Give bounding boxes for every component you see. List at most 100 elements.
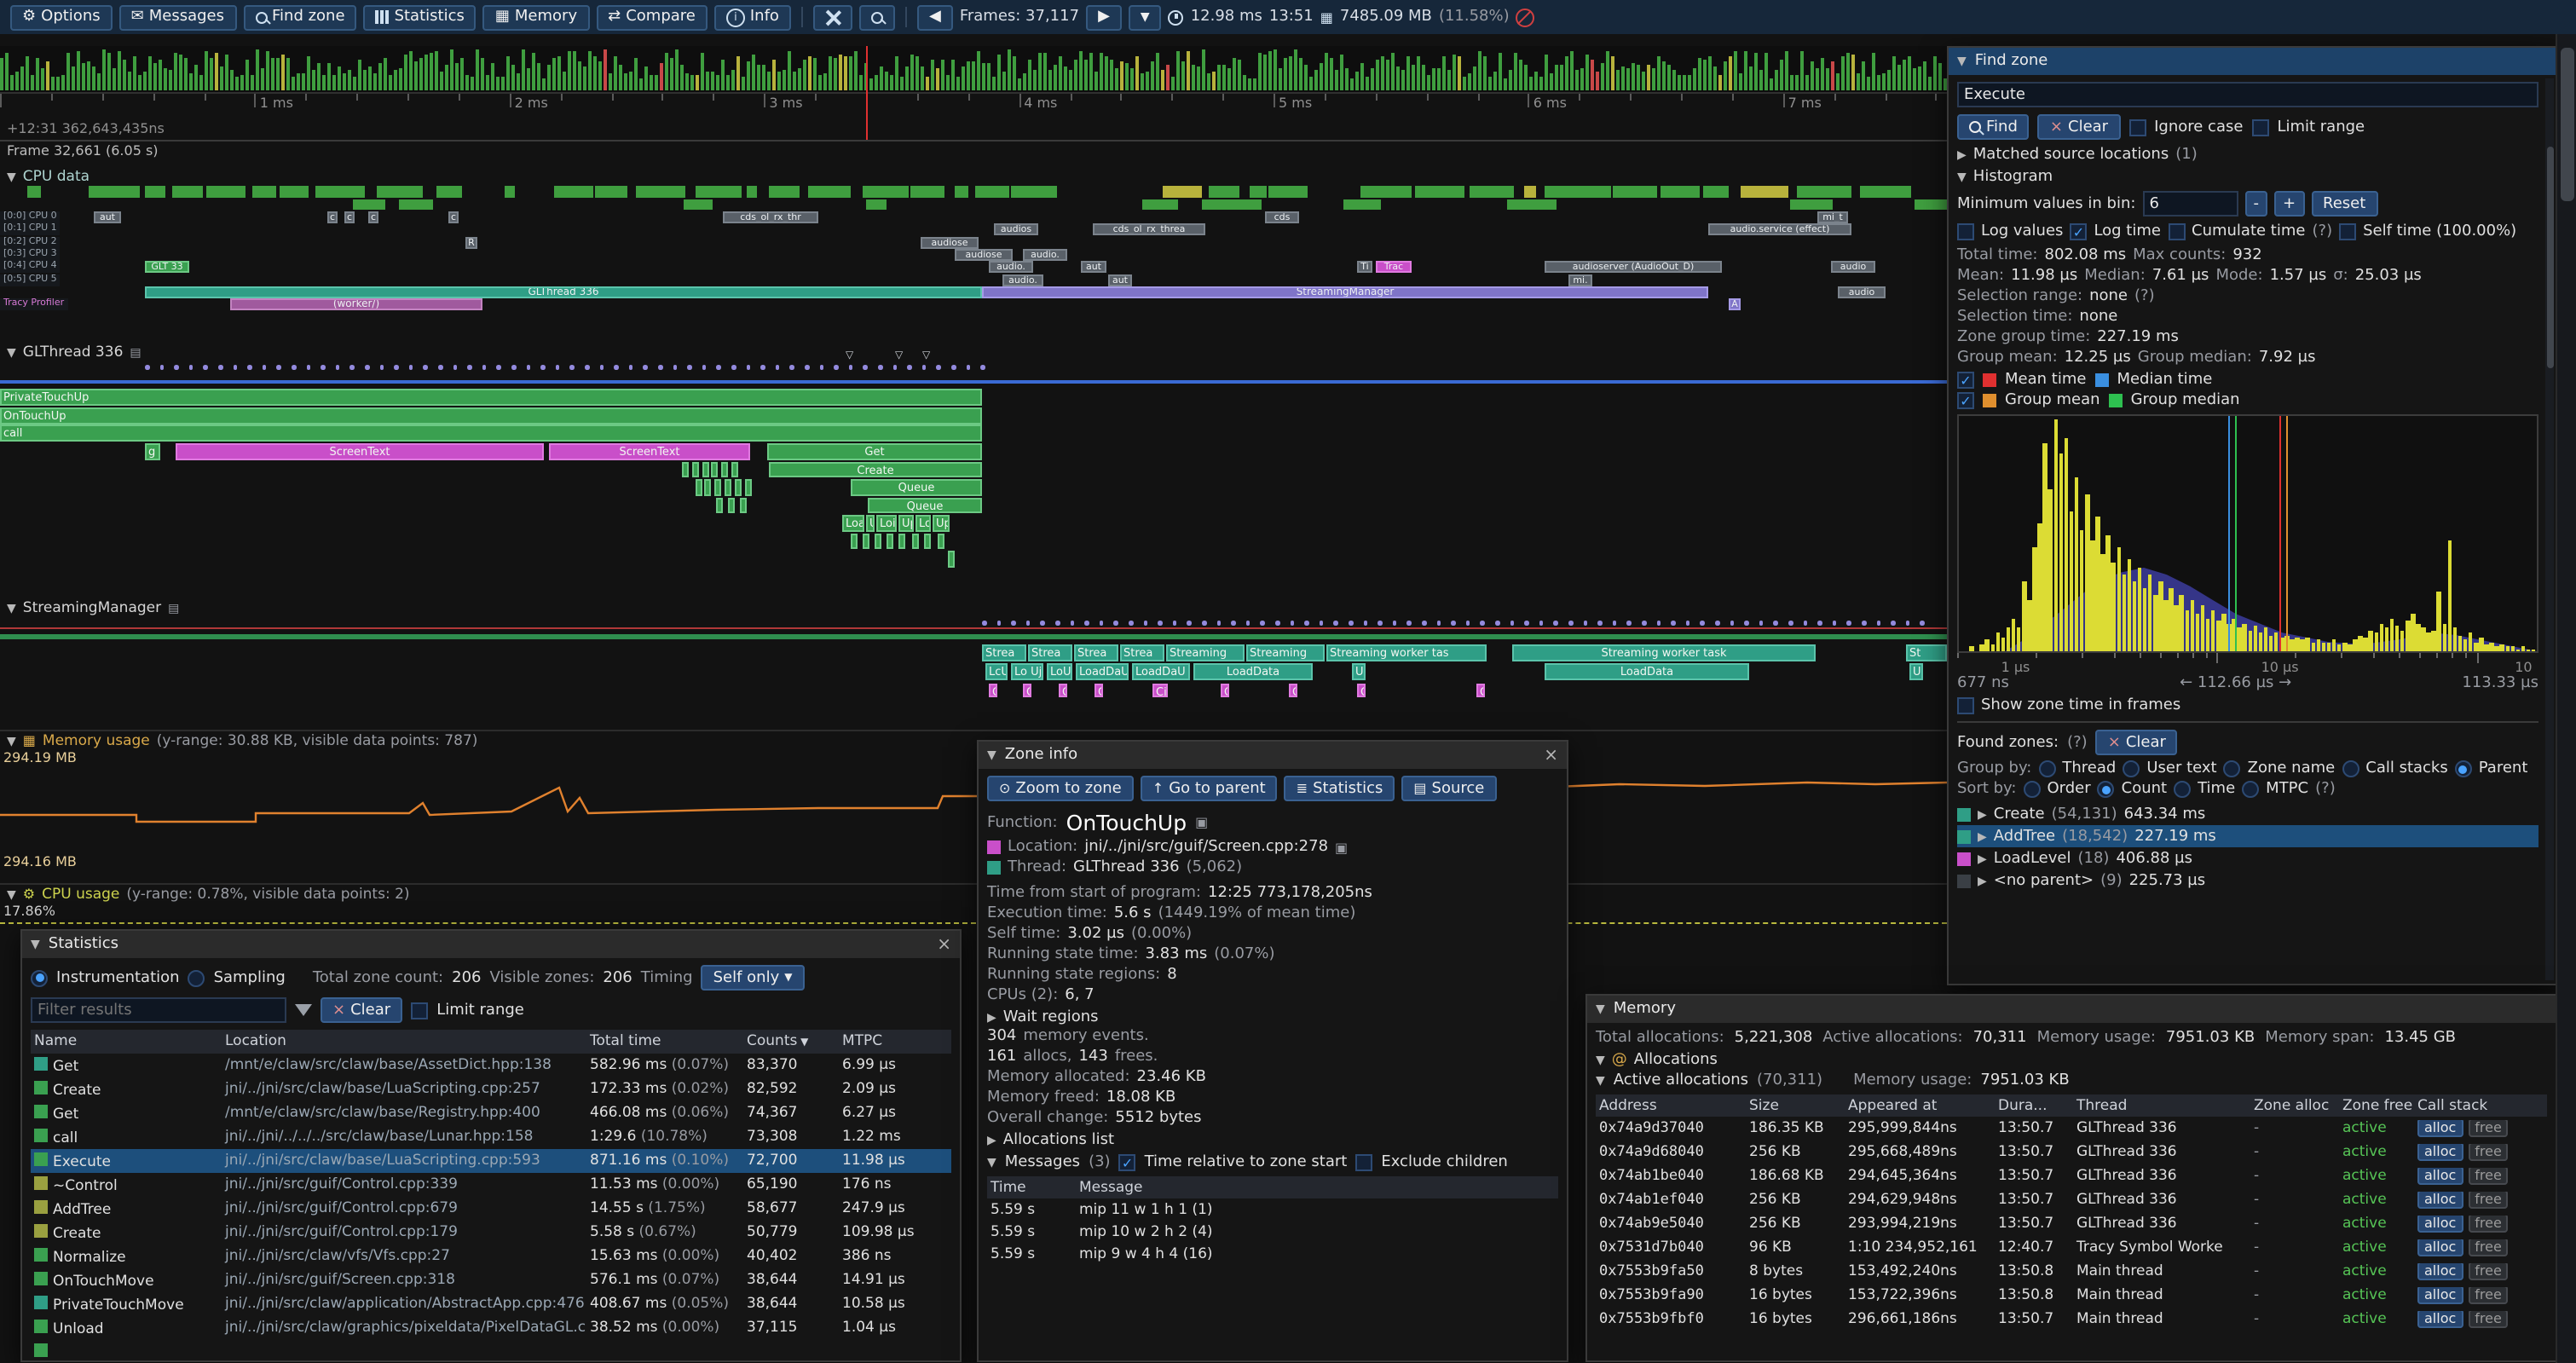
zone[interactable]: Strea bbox=[1074, 644, 1118, 661]
message-dot[interactable] bbox=[702, 365, 707, 369]
frame-bar[interactable] bbox=[225, 55, 228, 90]
frame-bar[interactable] bbox=[1903, 59, 1906, 90]
message-dot[interactable] bbox=[585, 365, 589, 369]
cpu-zone-chip[interactable]: c bbox=[448, 211, 459, 223]
message-dot[interactable] bbox=[1451, 621, 1455, 625]
frame-bar[interactable] bbox=[921, 66, 924, 90]
message-dot[interactable] bbox=[145, 365, 149, 369]
table-row[interactable]: AddTreejni/../jni/src/guif/Control.cpp:6… bbox=[31, 1197, 951, 1221]
frame-bar[interactable] bbox=[159, 59, 162, 90]
message-dot[interactable] bbox=[1803, 621, 1807, 625]
memory-usage-graph[interactable] bbox=[0, 747, 1947, 869]
zone[interactable] bbox=[721, 461, 728, 477]
message-dot[interactable] bbox=[1481, 621, 1485, 625]
message-dot[interactable] bbox=[731, 365, 736, 369]
zone[interactable]: LoadData bbox=[1545, 662, 1749, 679]
frame-bar[interactable] bbox=[82, 64, 85, 90]
frame-bar[interactable] bbox=[56, 76, 60, 90]
frame-bar[interactable] bbox=[1432, 69, 1435, 90]
column-header[interactable]: Appeared at bbox=[1845, 1097, 1995, 1114]
frame-bar[interactable] bbox=[875, 75, 878, 90]
message-dot[interactable] bbox=[1320, 621, 1324, 625]
cpu-zone-chip[interactable]: GLT 33 bbox=[145, 261, 189, 273]
frame-bar[interactable] bbox=[1831, 62, 1834, 90]
frame-bar[interactable] bbox=[20, 66, 24, 90]
frame-bar[interactable] bbox=[10, 75, 14, 90]
alloc-callstack-button[interactable]: alloc bbox=[2417, 1144, 2463, 1161]
zone[interactable]: C bbox=[1289, 683, 1297, 696]
frame-bar[interactable] bbox=[537, 63, 540, 90]
message-dot[interactable] bbox=[805, 365, 809, 369]
frame-bar[interactable] bbox=[1509, 70, 1512, 90]
message-dot[interactable] bbox=[1833, 621, 1837, 625]
frame-bar[interactable] bbox=[245, 60, 249, 90]
message-dot[interactable] bbox=[1744, 621, 1748, 625]
table-row[interactable]: ~Controljni/../jni/src/guif/Control.cpp:… bbox=[31, 1173, 951, 1197]
frame-bar[interactable] bbox=[1166, 66, 1170, 90]
frame-bar[interactable] bbox=[962, 66, 965, 90]
frame-bar[interactable] bbox=[281, 55, 285, 90]
frame-bar[interactable] bbox=[389, 75, 392, 90]
frame-bar[interactable] bbox=[179, 55, 182, 90]
frame-bar[interactable] bbox=[476, 50, 479, 90]
zone[interactable] bbox=[740, 497, 747, 513]
collapse-icon[interactable]: ▼ bbox=[7, 170, 16, 184]
frame-bar[interactable] bbox=[1043, 53, 1047, 90]
table-row[interactable]: Executejni/../jni/src/claw/base/LuaScrip… bbox=[31, 1149, 951, 1173]
frame-bar[interactable] bbox=[1187, 50, 1190, 90]
message-dot[interactable] bbox=[556, 365, 560, 369]
frame-bar[interactable] bbox=[823, 73, 827, 90]
frame-bar[interactable] bbox=[1800, 52, 1804, 90]
frame-bar[interactable] bbox=[1284, 58, 1287, 90]
clear-found-button[interactable]: × Clear bbox=[2096, 730, 2178, 755]
frame-bar[interactable] bbox=[1406, 57, 1410, 90]
message-dot[interactable] bbox=[1906, 621, 1910, 625]
cpu-zone-chip[interactable]: audiose bbox=[955, 249, 1013, 261]
frame-bar[interactable] bbox=[1233, 58, 1236, 90]
collapse-icon[interactable]: ▼ bbox=[1596, 1002, 1605, 1016]
frame-bar[interactable] bbox=[41, 69, 44, 90]
table-row[interactable]: Normalizejni/../jni/src/claw/vfs/Vfs.cpp… bbox=[31, 1245, 951, 1268]
frame-bar[interactable] bbox=[1678, 76, 1681, 90]
message-dot[interactable] bbox=[1246, 621, 1250, 625]
frame-bar[interactable] bbox=[435, 51, 438, 90]
frame-bar[interactable] bbox=[834, 57, 837, 90]
frame-bar[interactable] bbox=[1545, 55, 1548, 90]
frame-bar[interactable] bbox=[353, 76, 356, 90]
message-dot[interactable] bbox=[1041, 621, 1045, 625]
table-row[interactable]: OnTouchMovejni/../jni/src/guif/Screen.cp… bbox=[31, 1268, 951, 1292]
alloc-callstack-button[interactable]: alloc bbox=[2417, 1216, 2463, 1233]
frame-bar[interactable] bbox=[1069, 70, 1072, 90]
table-row[interactable]: calljni/../jni/../../../src/claw/base/Lu… bbox=[31, 1125, 951, 1149]
frame-bar[interactable] bbox=[910, 54, 914, 90]
message-dot[interactable] bbox=[482, 365, 487, 369]
frame-bar[interactable] bbox=[51, 76, 55, 90]
frame-bar[interactable] bbox=[1274, 49, 1277, 90]
frame-bar[interactable] bbox=[409, 50, 413, 90]
options-button[interactable]: ⚙Options bbox=[10, 4, 113, 30]
frame-bar[interactable] bbox=[1550, 74, 1553, 90]
frame-bar[interactable] bbox=[1739, 72, 1742, 90]
frame-bar[interactable] bbox=[1412, 66, 1415, 90]
message-dot[interactable] bbox=[776, 365, 780, 369]
allocation-row[interactable]: 0x74ab9e5040256 KB293,994,219ns13:50.7GL… bbox=[1596, 1212, 2547, 1236]
legend-checkbox[interactable]: ✓ bbox=[1957, 372, 1974, 389]
matched-locations-label[interactable]: Matched source locations bbox=[1973, 147, 2169, 164]
message-dot[interactable] bbox=[247, 365, 251, 369]
column-header[interactable]: Zone free bbox=[2339, 1097, 2414, 1114]
min-values-input[interactable] bbox=[2142, 191, 2238, 217]
frame-bar[interactable] bbox=[506, 56, 510, 90]
frame-bar[interactable] bbox=[1841, 56, 1845, 90]
zone[interactable] bbox=[863, 533, 869, 549]
column-header[interactable]: Message bbox=[1076, 1179, 1558, 1196]
frame-bar[interactable] bbox=[1028, 60, 1031, 90]
message-dot[interactable] bbox=[1495, 621, 1499, 625]
frame-bar[interactable] bbox=[793, 72, 796, 90]
frame-bar[interactable] bbox=[450, 49, 453, 90]
message-dot[interactable] bbox=[277, 365, 281, 369]
radio-count[interactable] bbox=[2098, 781, 2115, 798]
frame-bar[interactable] bbox=[153, 62, 157, 90]
frame-bar[interactable] bbox=[1340, 54, 1343, 90]
found-zone-row[interactable]: ▶<no parent>(9)225.73 µs bbox=[1957, 869, 2538, 892]
allocation-row[interactable]: 0x74ab1be040186.68 KB294,645,364ns13:50.… bbox=[1596, 1164, 2547, 1188]
